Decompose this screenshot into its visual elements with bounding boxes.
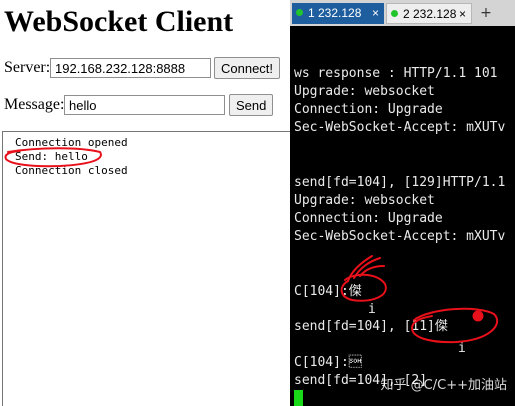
- connected-dot-icon: [391, 10, 398, 18]
- watermark: 知乎 @C/C++加油站: [380, 378, 507, 393]
- connect-button[interactable]: Connect!: [214, 57, 281, 79]
- terminal-line: Connection: Upgrade: [294, 102, 443, 117]
- terminal-line: send[fd=104], [129]HTTP/1.1: [294, 175, 506, 190]
- close-icon[interactable]: ×: [372, 3, 379, 23]
- close-icon[interactable]: ×: [459, 4, 466, 24]
- message-label: Message:: [4, 96, 65, 113]
- terminal-window[interactable]: 1 232.128 × 2 232.128 × + ws response : …: [290, 0, 515, 406]
- message-input[interactable]: [64, 95, 225, 115]
- send-button[interactable]: Send: [229, 94, 274, 116]
- terminal-line: i: [458, 341, 466, 356]
- connected-dot-icon: [296, 9, 303, 17]
- add-tab-button[interactable]: +: [476, 3, 496, 24]
- terminal-line: Sec-WebSocket-Accept: mXUTv: [294, 120, 506, 135]
- log-output[interactable]: Connection opened Send: hello Connection…: [2, 131, 290, 406]
- server-label: Server:: [4, 59, 51, 76]
- browser-page: WebSocket Client Server: Connect! Messag…: [0, 0, 290, 406]
- terminal-line: Connection: Upgrade: [294, 211, 443, 226]
- terminal-line: Upgrade: websocket: [294, 84, 435, 99]
- terminal-line: ws response : HTTP/1.1 101: [294, 66, 498, 81]
- log-line: Connection opened: [15, 136, 128, 149]
- terminal-tab-2[interactable]: 2 232.128 ×: [386, 3, 472, 24]
- page-title: WebSocket Client: [4, 5, 234, 38]
- log-line: Connection closed: [15, 164, 128, 177]
- terminal-line: Sec-WebSocket-Accept: mXUTv: [294, 229, 506, 244]
- terminal-line: send[fd=104], [11]傑: [294, 319, 448, 334]
- server-input[interactable]: [50, 58, 211, 78]
- terminal-tab-bar: 1 232.128 × 2 232.128 × +: [290, 0, 515, 26]
- terminal-line: C[104]:傑: [294, 284, 362, 299]
- terminal-line: C[104]:: [294, 355, 362, 370]
- terminal-line: i: [368, 302, 376, 317]
- terminal-line: Upgrade: websocket: [294, 193, 435, 208]
- tab-label: 2 232.128: [403, 7, 457, 21]
- terminal-cursor: [294, 390, 303, 406]
- tab-label: 1 232.128: [308, 6, 362, 20]
- log-line: Send: hello: [15, 150, 88, 163]
- terminal-tab-1[interactable]: 1 232.128 ×: [292, 3, 384, 24]
